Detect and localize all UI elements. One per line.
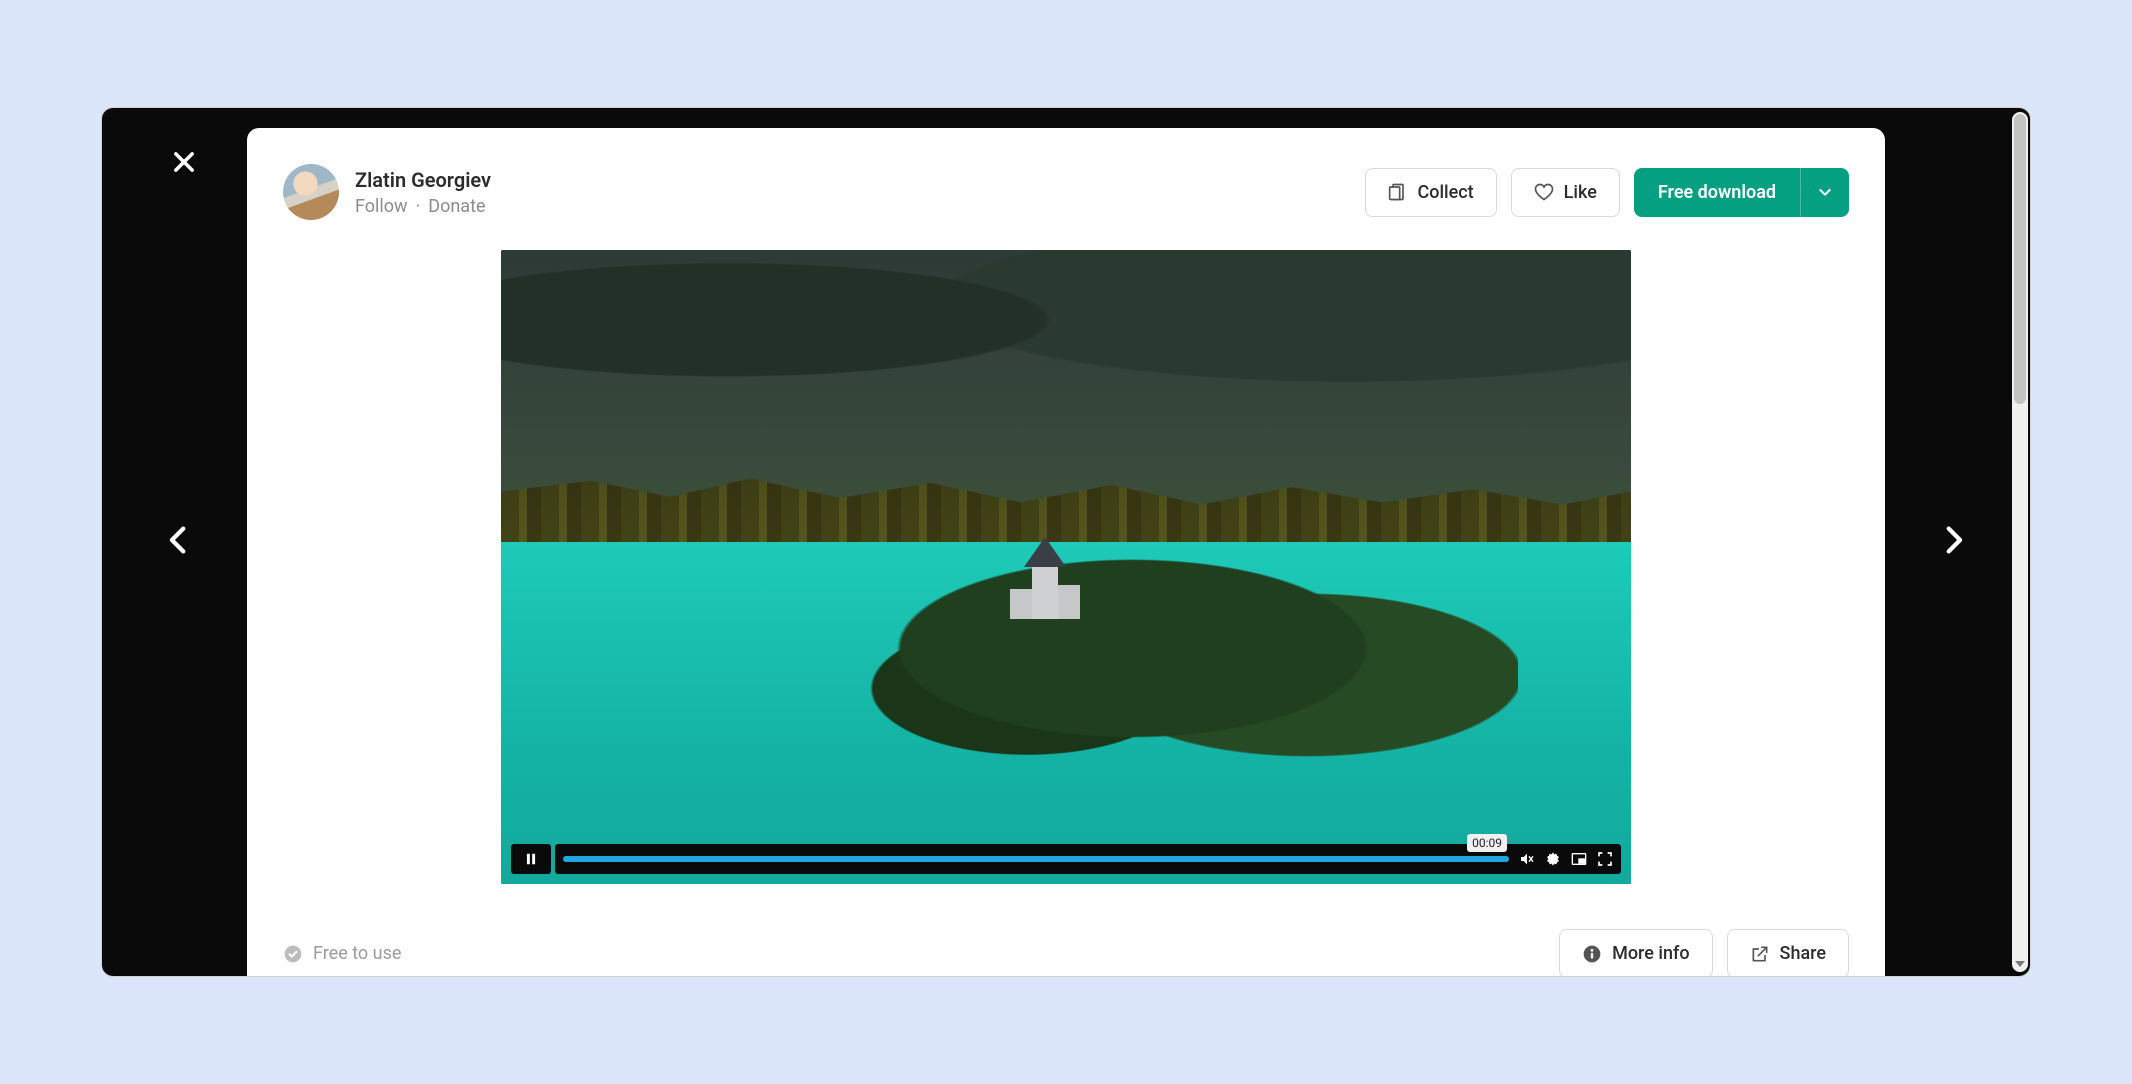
share-label: Share	[1780, 943, 1826, 964]
download-label: Free download	[1658, 182, 1776, 203]
footer: Free to use More info Share	[283, 929, 1849, 977]
close-button[interactable]	[170, 148, 198, 180]
fullscreen-button[interactable]	[1597, 851, 1613, 867]
author-name[interactable]: Zlatin Georgiev	[355, 168, 491, 192]
collect-button[interactable]: Collect	[1365, 168, 1497, 217]
video-container: 00:09	[283, 250, 1849, 884]
author-block: Zlatin Georgiev Follow · Donate	[283, 164, 491, 220]
download-button-group: Free download	[1634, 168, 1849, 217]
header-actions: Collect Like Free download	[1365, 168, 1850, 217]
download-button[interactable]: Free download	[1634, 168, 1800, 217]
content-sheet: Zlatin Georgiev Follow · Donate Collect Li…	[247, 128, 1885, 977]
pip-icon	[1571, 851, 1587, 867]
meta-separator: ·	[416, 196, 421, 217]
caret-down-icon	[2015, 959, 2025, 969]
time-tooltip: 00:09	[1467, 834, 1507, 852]
fullscreen-icon	[1597, 851, 1613, 867]
progress-bar[interactable]: 00:09	[563, 856, 1509, 862]
header: Zlatin Georgiev Follow · Donate Collect Li…	[283, 164, 1849, 220]
collect-label: Collect	[1418, 182, 1474, 203]
chevron-left-icon	[162, 523, 196, 557]
close-icon	[170, 148, 198, 176]
pause-button[interactable]	[511, 844, 551, 874]
next-button[interactable]	[1936, 523, 1970, 561]
chevron-down-icon	[1817, 184, 1833, 200]
video-player[interactable]: 00:09	[501, 250, 1631, 884]
check-circle-icon	[283, 944, 303, 964]
download-options-button[interactable]	[1800, 168, 1849, 217]
author-meta: Follow · Donate	[355, 196, 491, 217]
chevron-right-icon	[1936, 523, 1970, 557]
video-frame	[501, 250, 1631, 884]
scroll-down-arrow[interactable]	[2012, 956, 2028, 972]
footer-actions: More info Share	[1559, 929, 1849, 977]
progress-fill	[563, 856, 1509, 862]
info-icon	[1582, 944, 1602, 964]
controls-track: 00:09	[555, 844, 1621, 874]
pause-icon	[524, 852, 538, 866]
pip-button[interactable]	[1571, 851, 1587, 867]
scrollbar-thumb[interactable]	[2014, 114, 2026, 404]
bookmark-icon	[1388, 182, 1408, 202]
like-button[interactable]: Like	[1511, 168, 1620, 217]
prev-button[interactable]	[162, 523, 196, 561]
avatar[interactable]	[283, 164, 339, 220]
viewer-window: Zlatin Georgiev Follow · Donate Collect Li…	[101, 107, 2031, 977]
share-button[interactable]: Share	[1727, 929, 1849, 977]
settings-button[interactable]	[1545, 851, 1561, 867]
license-label: Free to use	[313, 943, 401, 964]
like-label: Like	[1564, 182, 1597, 203]
more-info-label: More info	[1612, 943, 1689, 964]
video-controls: 00:09	[511, 844, 1621, 874]
heart-icon	[1534, 182, 1554, 202]
license-info[interactable]: Free to use	[283, 943, 401, 964]
scrollbar[interactable]	[2012, 112, 2028, 972]
follow-link[interactable]: Follow	[355, 196, 408, 217]
more-info-button[interactable]: More info	[1559, 929, 1712, 977]
donate-link[interactable]: Donate	[428, 196, 485, 217]
mute-button[interactable]	[1519, 851, 1535, 867]
gear-icon	[1545, 851, 1561, 867]
volume-muted-icon	[1519, 851, 1535, 867]
share-icon	[1750, 944, 1770, 964]
